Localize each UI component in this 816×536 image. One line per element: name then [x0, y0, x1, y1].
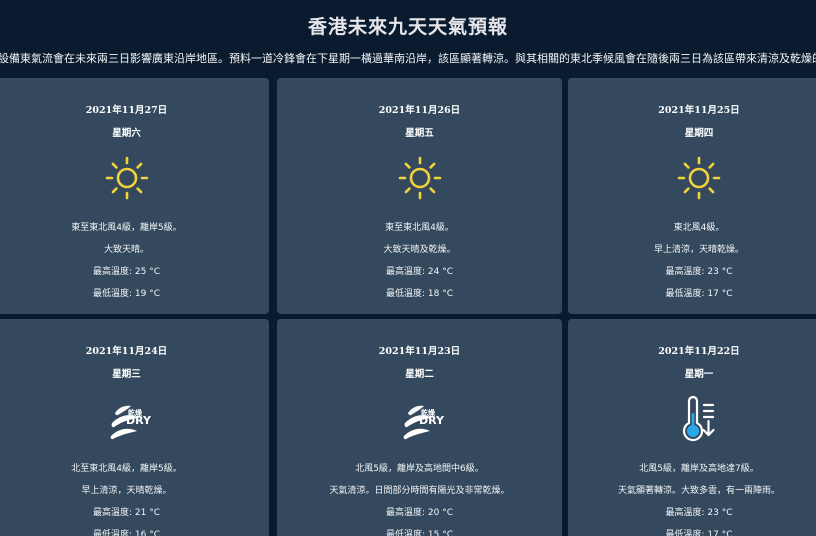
forecast-weekday: 星期四: [684, 128, 714, 139]
forecast-card: 2021年11月24日 星期三 乾燥 DRY 北至東北風4級，離岸5級。 早上清…: [0, 319, 269, 536]
forecast-desc: 早上清涼，天晴乾燥。: [653, 245, 744, 255]
dry-leaf-icon: 乾燥 DRY: [394, 393, 446, 445]
forecast-wind: 北風5級，離岸及高地間中6級。: [355, 464, 484, 474]
forecast-wind: 東至東北風4級，離岸5級。: [71, 223, 182, 233]
forecast-date: 2021年11月26日: [378, 105, 461, 116]
forecast-max-temp: 最高溫度: 24 °C: [386, 267, 453, 277]
dry-icon-en: DRY: [419, 414, 445, 427]
forecast-desc: 早上清涼，天晴乾燥。: [81, 486, 172, 496]
forecast-weekday: 星期六: [112, 128, 141, 139]
dry-leaf-icon: 乾燥 DRY: [101, 393, 153, 445]
forecast-min-temp: 最低溫度: 18 °C: [386, 289, 453, 299]
forecast-max-temp: 最高溫度: 23 °C: [665, 267, 733, 277]
forecast-card: 2021年11月22日 星期一 北風5級，離岸及高地達7級。 天氣顯著轉涼。大致…: [568, 319, 816, 536]
forecast-desc: 大致天晴及乾燥。: [383, 245, 456, 255]
forecast-desc: 大致天晴。: [103, 245, 149, 255]
sun-icon: [394, 152, 446, 204]
forecast-weekday: 星期五: [405, 128, 434, 139]
thermometer-falling-icon: [673, 393, 725, 445]
dry-icon-en: DRY: [126, 414, 152, 427]
forecast-card: 2021年11月25日 星期四 東北風4級。 早上清涼，天晴乾燥。 最高溫度: …: [568, 78, 816, 314]
forecast-desc: 天氣顯著轉涼。大致多雲，有一兩陣雨。: [617, 486, 780, 496]
forecast-min-temp: 最低溫度: 17 °C: [665, 289, 733, 299]
forecast-max-temp: 最高溫度: 25 °C: [93, 267, 160, 277]
forecast-date: 2021年11月24日: [85, 346, 168, 357]
sun-icon: [101, 152, 153, 204]
forecast-min-temp: 最低溫度: 17 °C: [665, 530, 733, 536]
forecast-max-temp: 最高溫度: 21 °C: [93, 508, 160, 518]
forecast-wind: 東至東北風4級。: [385, 223, 454, 233]
forecast-card: 2021年11月26日 星期五 東至東北風4級。 大致天晴及乾燥。 最高溫度: …: [277, 78, 562, 314]
forecast-max-temp: 最高溫度: 23 °C: [665, 508, 733, 518]
forecast-min-temp: 最低溫度: 16 °C: [93, 530, 160, 536]
forecast-wind: 北風5級，離岸及高地達7級。: [639, 464, 759, 474]
forecast-date: 2021年11月22日: [658, 346, 740, 357]
forecast-date: 2021年11月23日: [378, 346, 461, 357]
forecast-min-temp: 最低溫度: 19 °C: [93, 289, 160, 299]
page-title: 香港未來九天天氣預報: [307, 16, 508, 38]
forecast-weekday: 星期二: [405, 369, 434, 380]
forecast-card: 2021年11月23日 星期二 乾燥 DRY 北風5級，離岸及高地間中6級。 天…: [277, 319, 562, 536]
forecast-wind: 北至東北風4級，離岸5級。: [71, 464, 182, 474]
forecast-desc: 天氣清涼。日間部分時間有陽光及非常乾燥。: [329, 486, 510, 496]
forecast-card: 2021年11月27日 星期六 東至東北風4級，離岸5級。 大致天晴。 最高溫度…: [0, 78, 269, 314]
forecast-date: 2021年11月25日: [658, 105, 740, 116]
forecast-max-temp: 最高溫度: 20 °C: [386, 508, 453, 518]
forecast-min-temp: 最低溫度: 15 °C: [386, 530, 453, 536]
forecast-weekday: 星期三: [112, 369, 141, 380]
sun-icon: [673, 152, 725, 204]
forecast-wind: 東北風4級。: [673, 223, 725, 233]
forecast-date: 2021年11月27日: [85, 105, 168, 116]
forecast-summary: 設備東氣流會在未來兩三日影響廣東沿岸地區。預料一道冷鋒會在下星期一橫過華南沿岸，…: [0, 52, 816, 65]
forecast-weekday: 星期一: [684, 369, 714, 380]
weather-forecast-page: 香港未來九天天氣預報 設備東氣流會在未來兩三日影響廣東沿岸地區。預料一道冷鋒會在…: [0, 0, 816, 536]
